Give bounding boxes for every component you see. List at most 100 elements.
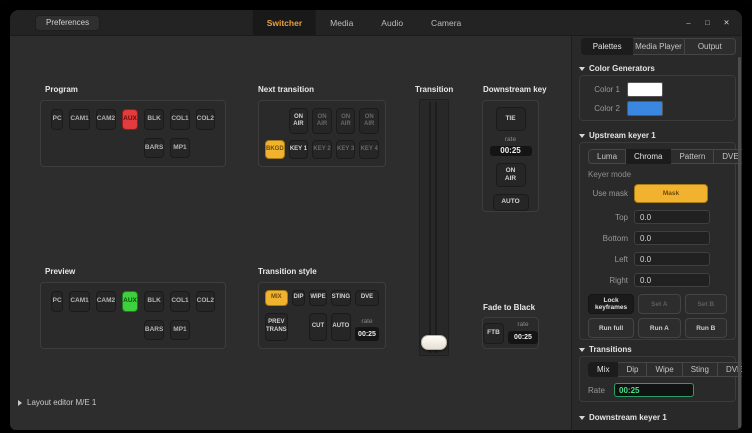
key2-button[interactable]: KEY 2 — [312, 140, 332, 159]
tab-camera[interactable]: Camera — [417, 10, 475, 35]
sidebar-scrollbar[interactable] — [738, 57, 741, 428]
preferences-button[interactable]: Preferences — [35, 15, 100, 31]
use-mask-label: Use mask — [588, 189, 628, 198]
mask-right-input[interactable] — [634, 273, 710, 287]
preview-source-cam1[interactable]: CAM1 — [69, 291, 89, 312]
preview-source-aux-active[interactable]: AUX — [122, 291, 138, 312]
program-source-col1[interactable]: COL1 — [170, 109, 189, 130]
preview-source-bars[interactable]: BARS — [144, 320, 164, 341]
dsk-onair-button[interactable]: ON AIR — [496, 163, 526, 187]
transitions-tab-sting[interactable]: Sting — [683, 362, 718, 377]
window-controls: – □ ✕ — [681, 10, 734, 35]
style-dve-button[interactable]: DVE — [355, 290, 379, 306]
program-source-bars[interactable]: BARS — [144, 138, 164, 159]
ftb-button[interactable]: FTB — [483, 323, 504, 344]
program-source-cam2[interactable]: CAM2 — [96, 109, 116, 130]
set-a-button[interactable]: Set A — [638, 294, 680, 314]
style-mix-button[interactable]: MIX — [265, 290, 288, 306]
preview-source-cam2[interactable]: CAM2 — [96, 291, 116, 312]
onair-key1-button[interactable]: ON AIR — [289, 108, 309, 134]
program-source-cam1[interactable]: CAM1 — [69, 109, 89, 130]
program-source-aux-active[interactable]: AUX — [122, 109, 138, 130]
sidebar-tab-palettes[interactable]: Palettes — [581, 38, 633, 55]
color1-swatch[interactable] — [627, 82, 663, 97]
layout-editor-toggle[interactable]: Layout editor M/E 1 — [18, 398, 96, 407]
expander-arrow-icon — [18, 400, 22, 406]
preview-source-mp1[interactable]: MP1 — [170, 320, 189, 341]
mask-bottom-input[interactable] — [634, 231, 710, 245]
upstream-keyer-panel: Luma Chroma Pattern DVE Keyer mode Use m… — [579, 142, 736, 340]
style-dip-button[interactable]: DIP — [292, 290, 306, 306]
minimize-icon[interactable]: – — [681, 15, 696, 30]
run-b-button[interactable]: Run B — [685, 318, 727, 338]
program-source-col2[interactable]: COL2 — [196, 109, 215, 130]
dsk-rate-value[interactable]: 00:25 — [490, 146, 532, 157]
transitions-tab-dip[interactable]: Dip — [618, 362, 647, 377]
run-full-button[interactable]: Run full — [588, 318, 634, 338]
transitions-rate-input[interactable] — [614, 383, 694, 397]
transitions-title: Transitions — [589, 345, 632, 354]
style-sting-button[interactable]: STING — [331, 290, 351, 306]
tab-audio[interactable]: Audio — [367, 10, 417, 35]
color2-swatch[interactable] — [627, 101, 663, 116]
auto-button[interactable]: AUTO — [331, 313, 351, 342]
ftb-rate-value[interactable]: 00:25 — [508, 331, 538, 344]
tab-media[interactable]: Media — [316, 10, 367, 35]
lock-keyframes-button[interactable]: Lock keyframes — [588, 294, 634, 314]
preview-source-pc[interactable]: PC — [51, 291, 63, 312]
program-title: Program — [45, 85, 78, 94]
keyer-tab-luma[interactable]: Luma — [588, 149, 626, 164]
transitions-tab-mix[interactable]: Mix — [588, 362, 618, 377]
sidebar-tab-media-player[interactable]: Media Player — [633, 38, 684, 55]
keyframe-buttons: Lock keyframes Set A Set B Run full Run … — [588, 294, 727, 338]
transition-slider-handle[interactable] — [421, 335, 447, 350]
dsk-auto-button[interactable]: AUTO — [493, 194, 529, 211]
program-source-blk[interactable]: BLK — [144, 109, 164, 130]
mask-left-input[interactable] — [634, 252, 710, 266]
transitions-header[interactable]: Transitions — [579, 345, 632, 354]
keyer-tab-chroma[interactable]: Chroma — [626, 149, 671, 164]
sidebar-tab-output[interactable]: Output — [685, 38, 736, 55]
mask-top-label: Top — [588, 213, 628, 222]
mask-right-label: Right — [588, 276, 628, 285]
preview-source-col2[interactable]: COL2 — [196, 291, 215, 312]
preview-source-blk[interactable]: BLK — [144, 291, 164, 312]
downstream-keyer-header[interactable]: Downstream keyer 1 — [579, 413, 667, 422]
transition-type-tabs: Mix Dip Wipe Sting DVE — [588, 362, 727, 377]
close-icon[interactable]: ✕ — [719, 15, 734, 30]
tab-switcher[interactable]: Switcher — [253, 10, 316, 35]
key1-button[interactable]: KEY 1 — [289, 140, 309, 159]
onair-key4-button[interactable]: ON AIR — [359, 108, 379, 134]
tie-button[interactable]: TIE — [496, 107, 526, 131]
run-a-button[interactable]: Run A — [638, 318, 680, 338]
style-wipe-button[interactable]: WIPE — [309, 290, 326, 306]
prev-trans-button[interactable]: PREV TRANS — [265, 313, 288, 342]
upstream-keyer-title: Upstream keyer 1 — [589, 131, 656, 140]
transitions-tab-wipe[interactable]: Wipe — [647, 362, 682, 377]
mask-toggle-button[interactable]: Mask — [634, 184, 708, 203]
titlebar-tabs: Switcher Media Audio Camera — [253, 10, 476, 35]
onair-key3-button[interactable]: ON AIR — [336, 108, 356, 134]
key3-button[interactable]: KEY 3 — [336, 140, 356, 159]
transition-style-title: Transition style — [258, 267, 317, 276]
program-source-mp1[interactable]: MP1 — [170, 138, 189, 159]
key4-button[interactable]: KEY 4 — [359, 140, 379, 159]
mask-bottom-label: Bottom — [588, 234, 628, 243]
onair-key2-button[interactable]: ON AIR — [312, 108, 332, 134]
bkgd-button[interactable]: BKGD — [265, 140, 285, 159]
ts-rate-value[interactable]: 00:25 — [355, 327, 379, 341]
program-source-pc[interactable]: PC — [51, 109, 63, 130]
maximize-icon[interactable]: □ — [700, 15, 715, 30]
collapse-arrow-icon — [579, 416, 585, 420]
set-b-button[interactable]: Set B — [685, 294, 727, 314]
mask-top-input[interactable] — [634, 210, 710, 224]
cut-button[interactable]: CUT — [309, 313, 326, 342]
ftb-rate: rate 00:25 — [508, 322, 538, 344]
preview-source-col1[interactable]: COL1 — [170, 291, 189, 312]
mask-left-label: Left — [588, 255, 628, 264]
sidebar-tabs: Palettes Media Player Output — [581, 38, 736, 55]
transition-slider-track[interactable] — [419, 99, 449, 356]
keyer-tab-pattern[interactable]: Pattern — [671, 149, 714, 164]
upstream-keyer-header[interactable]: Upstream keyer 1 — [579, 131, 656, 140]
color-generators-header[interactable]: Color Generators — [579, 64, 655, 73]
